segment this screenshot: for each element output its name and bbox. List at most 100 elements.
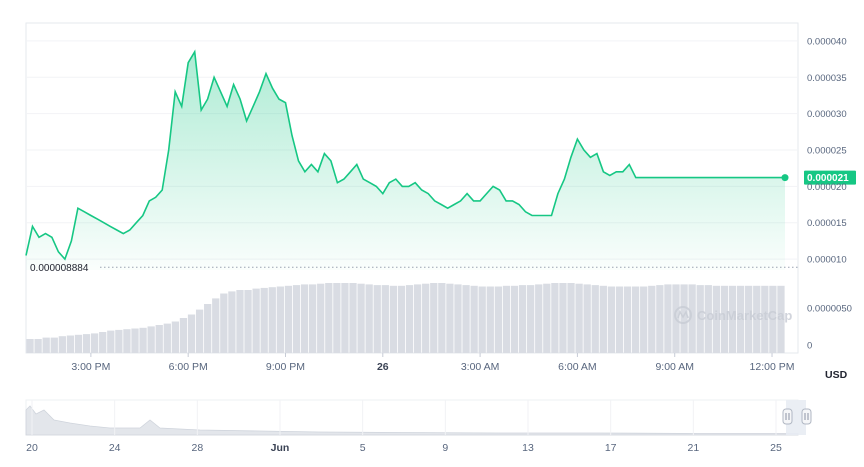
volume-bar — [430, 283, 438, 353]
volume-bar — [413, 284, 422, 353]
x-tick-label: 3:00 AM — [461, 361, 500, 373]
y-tick-label: 0.000015 — [807, 218, 847, 229]
current-price-dot — [781, 174, 789, 182]
volume-bar — [397, 285, 406, 353]
volume-bar — [252, 288, 260, 353]
navigator-tick-label: Jun — [271, 442, 290, 454]
volume-bar — [50, 337, 58, 353]
volume-bar — [228, 291, 236, 353]
volume-bar — [276, 286, 284, 353]
x-tick-label: 9:00 PM — [266, 361, 305, 373]
volume-bar — [486, 286, 494, 353]
x-tick-label: 6:00 PM — [169, 361, 208, 373]
volume-bar — [373, 285, 381, 353]
navigator-left-handle[interactable] — [782, 408, 793, 425]
volume-bar — [34, 339, 42, 353]
volume-bar — [510, 285, 519, 353]
volume-bar — [90, 333, 99, 353]
volume-bar — [502, 285, 511, 353]
navigator-tick-label: 13 — [522, 442, 534, 454]
navigator-tick-label: 20 — [26, 442, 38, 454]
volume-bar — [171, 321, 180, 353]
y-tick-label: 0.000030 — [807, 109, 847, 120]
volume-bar — [26, 339, 34, 353]
volume-bar — [518, 285, 527, 353]
volume-bar — [147, 326, 155, 353]
x-axis: 3:00 PM 6:00 PM 9:00 PM 26 3:00 AM 6:00 AM 9:0… — [71, 353, 795, 373]
navigator-right-handle[interactable] — [801, 408, 812, 425]
volume-bar — [656, 285, 664, 353]
range-navigator[interactable]: 20 24 28 Jun 5 9 13 17 21 25 — [25, 399, 812, 454]
y-tick-label: 0.000025 — [807, 146, 847, 157]
volume-bar — [543, 283, 551, 353]
volume-bar — [470, 285, 478, 353]
x-tick-label: 6:00 AM — [558, 361, 597, 373]
y-axis: 0.000040 0.000035 0.000030 0.000025 0.000020… — [807, 36, 852, 351]
navigator-tick-label: 5 — [360, 442, 366, 454]
volume-bar — [325, 283, 333, 353]
navigator-tick-label: 24 — [109, 442, 121, 454]
volume-bar — [260, 287, 268, 353]
volume-bar — [195, 309, 204, 353]
volume-bar — [551, 283, 559, 353]
volume-bar — [623, 286, 632, 353]
volume-bar — [599, 285, 607, 353]
volume-bar — [317, 283, 325, 353]
volume-bar — [567, 283, 575, 353]
volume-bar — [236, 290, 244, 353]
volume-bar — [365, 284, 373, 353]
volume-bar — [284, 285, 293, 353]
volume-bar — [244, 290, 252, 353]
price-chart[interactable]: 0.000008884 CoinMarketCap 0.000021 0.000… — [0, 0, 864, 467]
volume-bar — [357, 283, 365, 353]
volume-bar — [640, 286, 648, 353]
volume-bar — [107, 330, 115, 353]
volume-bar — [292, 285, 301, 353]
volume-bar — [349, 283, 357, 353]
volume-bar — [591, 285, 599, 353]
volume-bar — [139, 327, 147, 353]
volume-bar — [309, 284, 317, 353]
x-tick-label: 26 — [377, 361, 389, 373]
volume-bar — [74, 334, 83, 353]
x-tick-label: 9:00 AM — [655, 361, 694, 373]
volume-bar — [607, 286, 616, 353]
currency-label: USD — [825, 369, 848, 381]
volume-bar — [163, 323, 171, 353]
volume-bar — [438, 283, 446, 353]
volume-bar — [680, 284, 688, 353]
navigator-tick-label: 17 — [605, 442, 617, 454]
volume-bar — [494, 286, 502, 353]
x-tick-label: 12:00 PM — [750, 361, 795, 373]
volume-bar — [123, 329, 131, 353]
volume-bar — [615, 286, 624, 353]
volume-bar — [341, 283, 349, 353]
volume-bar — [58, 336, 66, 353]
volume-bar — [422, 283, 430, 353]
volume-bar — [389, 285, 398, 353]
volume-bar — [583, 284, 591, 353]
volume-bar — [631, 286, 640, 353]
volume-bar — [462, 285, 470, 353]
navigator-tick-label: 28 — [191, 442, 203, 454]
volume-bar — [648, 285, 656, 353]
volume-bar — [131, 328, 139, 353]
volume-bar — [559, 283, 567, 353]
volume-bar — [155, 325, 163, 353]
volume-bar — [204, 304, 212, 353]
volume-bar — [187, 314, 196, 353]
price-area — [26, 51, 785, 270]
volume-bar — [115, 329, 123, 353]
x-tick-label: 3:00 PM — [71, 361, 110, 373]
volume-bars — [26, 283, 785, 353]
volume-bar — [42, 337, 50, 353]
volume-bar — [575, 283, 583, 353]
volume-bar — [454, 284, 462, 353]
volume-bar — [82, 334, 91, 353]
y-tick-label: 0.000035 — [807, 73, 847, 84]
volume-bar — [527, 285, 535, 353]
volume-bar — [179, 318, 188, 353]
volume-bar — [381, 285, 389, 353]
volume-bar — [212, 298, 220, 353]
navigator-tick-label: 25 — [770, 442, 782, 454]
